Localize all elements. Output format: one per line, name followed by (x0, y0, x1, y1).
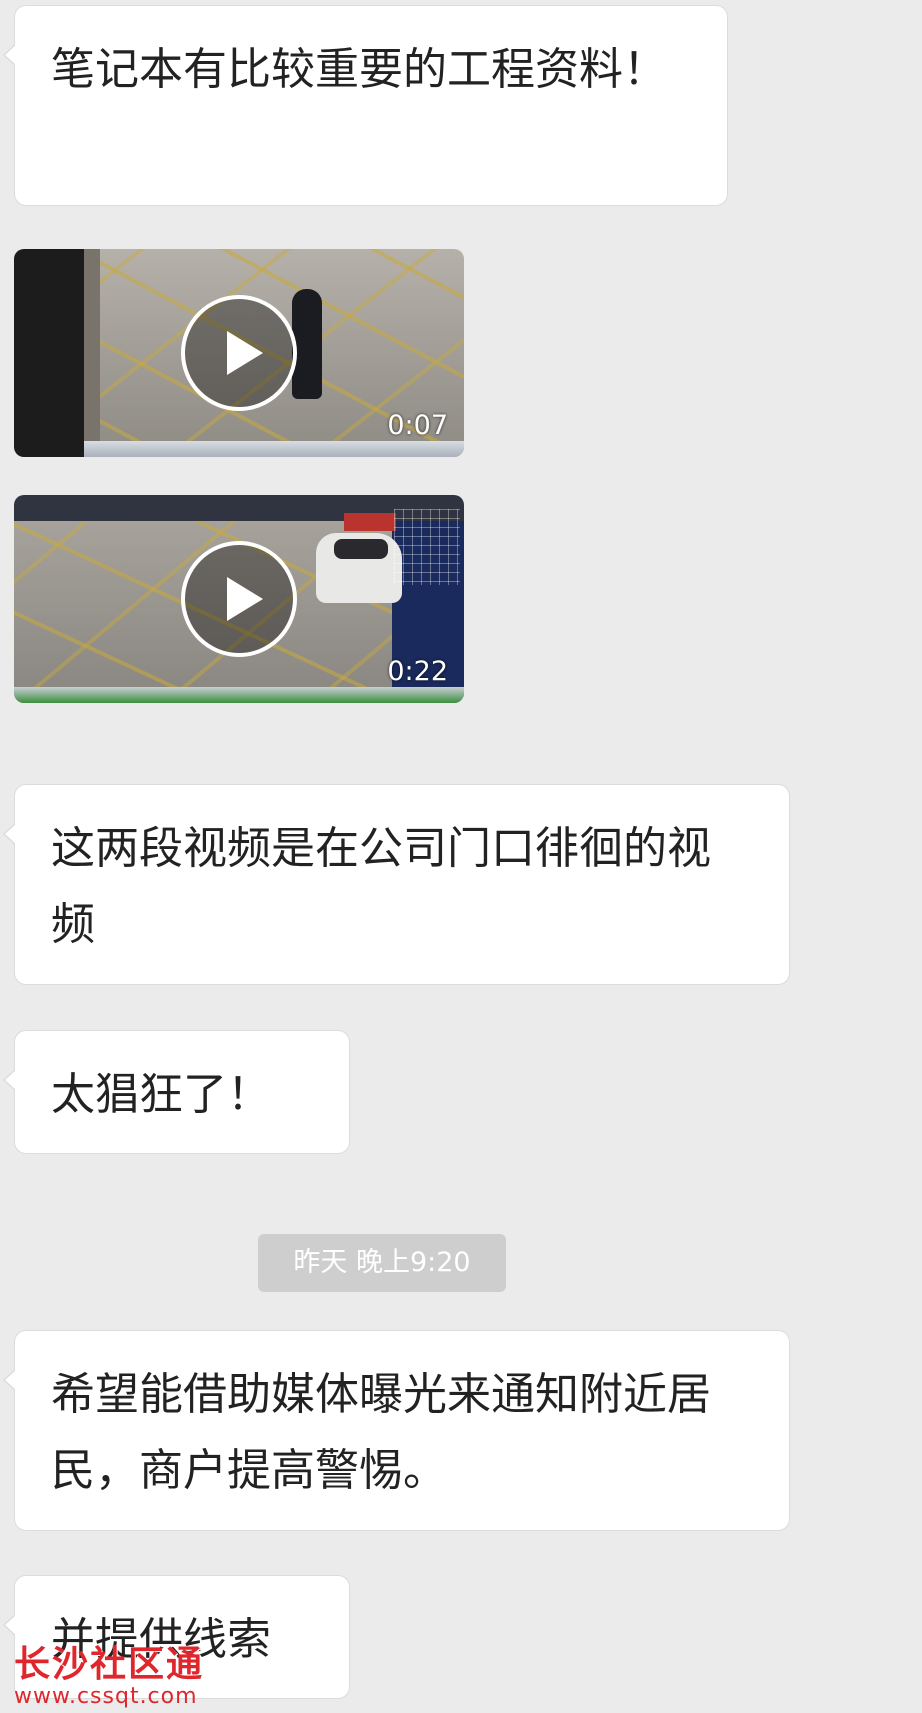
message-text: 太猖狂了！ (51, 1069, 271, 1120)
video-message-2[interactable]: 0:22 (14, 495, 464, 703)
play-icon[interactable] (181, 541, 297, 657)
player-control-bar (14, 687, 464, 703)
chat-timestamp: 昨天 晚上9:20 (258, 1234, 506, 1292)
video-thumbnail-calendar (394, 509, 460, 585)
video-thumbnail-car (316, 533, 402, 603)
video-message-1[interactable]: 0:07 (14, 249, 464, 457)
message-bubble-3[interactable]: 太猖狂了！ (3, 1030, 350, 1154)
site-watermark: 长沙社区通 www.cssqt.com (14, 1645, 214, 1709)
message-bubble-2[interactable]: 这两段视频是在公司门口徘徊的视频 (3, 784, 790, 985)
watermark-text: 长沙社区通 (14, 1644, 205, 1685)
play-icon[interactable] (181, 295, 297, 411)
message-text: 笔记本有比较重要的工程资料！ (51, 44, 667, 95)
watermark-url: www.cssqt.com (14, 1684, 198, 1709)
video-duration: 0:22 (387, 656, 448, 687)
message-bubble-1[interactable]: 笔记本有比较重要的工程资料！ (3, 5, 728, 206)
video-thumbnail-detail (344, 513, 396, 531)
player-control-bar (84, 441, 464, 457)
video-duration: 0:07 (387, 410, 448, 441)
message-text: 希望能借助媒体曝光来通知附近居民，商户提高警惕。 (51, 1369, 711, 1496)
message-bubble-4[interactable]: 希望能借助媒体曝光来通知附近居民，商户提高警惕。 (3, 1330, 790, 1531)
message-text: 这两段视频是在公司门口徘徊的视频 (51, 823, 711, 950)
video-thumbnail-figure (292, 289, 322, 399)
